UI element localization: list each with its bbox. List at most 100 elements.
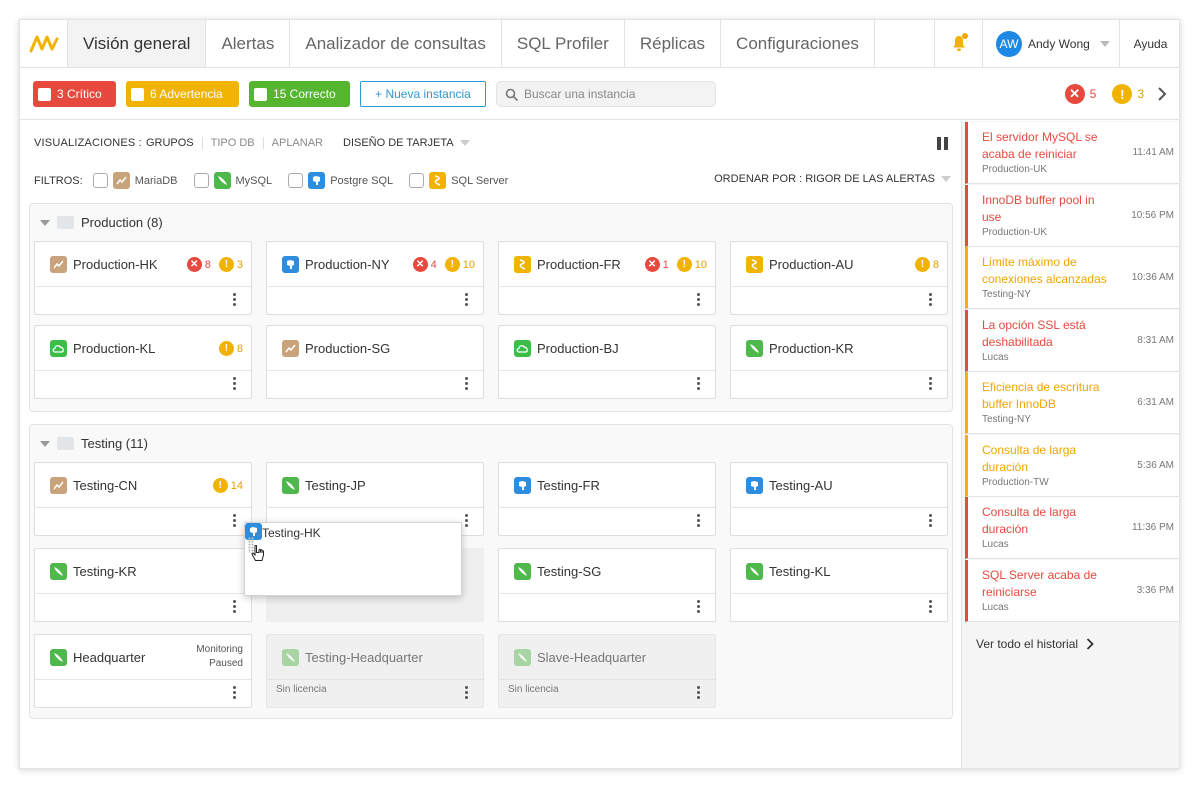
- more-options-icon[interactable]: [233, 686, 236, 699]
- more-options-icon[interactable]: [929, 293, 932, 306]
- chevron-down-icon: [459, 140, 470, 146]
- warning-count: 10: [694, 258, 707, 271]
- instance-card[interactable]: Testing-Headquarter Sin licencia: [266, 634, 484, 708]
- group-header[interactable]: Testing (11): [40, 436, 148, 451]
- checkbox[interactable]: [288, 173, 304, 188]
- alert-source: Production-UK: [982, 226, 1048, 238]
- user-menu[interactable]: AW Andy Wong: [982, 20, 1119, 67]
- more-options-icon[interactable]: [465, 377, 468, 390]
- checkbox[interactable]: [92, 173, 108, 188]
- more-options-icon[interactable]: [233, 600, 236, 613]
- tab-overview[interactable]: Visión general: [68, 20, 207, 67]
- more-options-icon[interactable]: [929, 377, 932, 390]
- dragging-instance-card[interactable]: Testing-HK: [244, 522, 462, 596]
- filter-sqlserver[interactable]: SQL Server: [409, 172, 508, 189]
- more-options-icon[interactable]: [233, 293, 236, 306]
- chevron-down-icon: [1099, 40, 1110, 47]
- alert-item[interactable]: Límite máximo de conexiones alcanzadas Te…: [965, 247, 1179, 309]
- warning-count: 8: [932, 258, 939, 271]
- instance-card[interactable]: Production-NY ✕ 4! 10: [266, 241, 484, 315]
- more-options-icon[interactable]: [697, 600, 700, 613]
- checkbox-icon: [38, 87, 51, 101]
- alert-item[interactable]: La opción SSL está deshabilitada Lucas 8:3…: [965, 309, 1179, 372]
- sort-dropdown[interactable]: ORDENAR POR : RIGOR DE LAS ALERTAS: [714, 173, 951, 185]
- instance-card[interactable]: Testing-AU: [730, 462, 948, 536]
- group-header[interactable]: Production (8): [40, 215, 163, 230]
- filter-warning-chip[interactable]: 6 Advertencia: [126, 81, 239, 107]
- more-options-icon[interactable]: [697, 514, 700, 527]
- more-options-icon[interactable]: [233, 514, 236, 527]
- more-options-icon[interactable]: [697, 686, 700, 699]
- filter-ok-chip[interactable]: 15 Correcto: [249, 81, 350, 107]
- instance-card[interactable]: Production-KR: [730, 325, 948, 399]
- more-options-icon[interactable]: [697, 377, 700, 390]
- view-groups[interactable]: GRUPOS: [142, 137, 202, 149]
- view-flatten[interactable]: APLANAR: [262, 137, 331, 149]
- checkbox[interactable]: [409, 173, 425, 188]
- help-link[interactable]: Ayuda: [1119, 20, 1179, 67]
- view-history-link[interactable]: Ver todo el historial: [976, 637, 1094, 651]
- alert-item[interactable]: InnoDB buffer pool in use Production-UK 10…: [965, 184, 1179, 247]
- card-design-dropdown[interactable]: DISEÑO DE TARJETA: [331, 137, 478, 149]
- card-header: Production-SG: [267, 326, 483, 371]
- more-options-icon[interactable]: [233, 377, 236, 390]
- more-options-icon[interactable]: [929, 600, 932, 613]
- folder-icon: [57, 216, 74, 229]
- filter-postgre[interactable]: Postgre SQL: [288, 172, 393, 189]
- instance-name: Testing-SG: [537, 563, 602, 579]
- alert-item[interactable]: Consulta de larga duración Lucas 11:36 PM: [965, 497, 1179, 559]
- alert-item[interactable]: SQL Server acaba de reiniciarse Lucas 3:36…: [965, 559, 1179, 622]
- tab-query-analyzer[interactable]: Analizador de consultas: [290, 20, 502, 67]
- alert-item[interactable]: El servidor MySQL se acaba de reiniciar P…: [965, 122, 1179, 184]
- license-status: Sin licencia: [276, 684, 327, 695]
- instance-card[interactable]: Production-AU! 8: [730, 241, 948, 315]
- app-logo[interactable]: [20, 20, 68, 67]
- cloud-icon: [514, 339, 531, 357]
- instance-card[interactable]: Production-KL! 8: [34, 325, 252, 399]
- notifications-button[interactable]: [934, 20, 982, 67]
- more-options-icon[interactable]: [929, 514, 932, 527]
- instance-card[interactable]: Headquarter Monitoring Paused: [34, 634, 252, 708]
- more-options-icon[interactable]: [697, 293, 700, 306]
- filter-mariadb[interactable]: MariaDB: [92, 172, 178, 189]
- new-instance-button[interactable]: + Nueva instancia: [360, 81, 486, 107]
- tab-settings[interactable]: Configuraciones: [721, 20, 875, 67]
- hand-cursor-icon: [251, 544, 265, 566]
- more-options-icon[interactable]: [465, 514, 468, 527]
- pause-button[interactable]: [937, 137, 949, 150]
- more-options-icon[interactable]: [465, 293, 468, 306]
- mariadb-icon: [282, 339, 299, 357]
- filter-critical-chip[interactable]: 3 Crítico: [33, 81, 116, 107]
- tab-sql-profiler[interactable]: SQL Profiler: [502, 20, 625, 67]
- collapse-triangle-icon: [40, 440, 50, 447]
- instance-card[interactable]: Testing-SG: [498, 548, 716, 622]
- tab-alerts[interactable]: Alertas: [206, 20, 291, 67]
- checkbox[interactable]: [193, 173, 209, 188]
- instance-card[interactable]: Production-BJ: [498, 325, 716, 399]
- instance-card[interactable]: Slave-Headquarter Sin licencia: [498, 634, 716, 708]
- alert-summary[interactable]: ✕ 5 ! 3: [1064, 81, 1167, 107]
- alert-item[interactable]: Consulta de larga duración Production-TW 5…: [965, 434, 1179, 497]
- more-options-icon[interactable]: [465, 686, 468, 699]
- instance-name: Production-FR: [537, 256, 621, 272]
- toolbar: 3 Crítico 6 Advertencia 15 Correcto + Nu…: [20, 68, 1179, 120]
- alerts-sidebar: El servidor MySQL se acaba de reiniciar P…: [961, 121, 1179, 768]
- warning-icon: !: [212, 478, 228, 493]
- instance-card[interactable]: Testing-KR: [34, 548, 252, 622]
- instance-card[interactable]: Production-SG: [266, 325, 484, 399]
- postgre-icon: [308, 172, 326, 189]
- instance-card[interactable]: Testing-CN! 14: [34, 462, 252, 536]
- alert-item[interactable]: Eficiencia de escritura buffer InnoDB Tes…: [965, 372, 1179, 434]
- instance-card[interactable]: Testing-FR: [498, 462, 716, 536]
- filter-mysql[interactable]: MySQL: [193, 172, 272, 189]
- search-input[interactable]: [524, 87, 704, 101]
- instance-card[interactable]: Production-FR ✕ 1! 10: [498, 241, 716, 315]
- instance-card[interactable]: Testing-KL: [730, 548, 948, 622]
- alert-title: Consulta de larga duración: [982, 442, 1077, 474]
- instance-name: Testing-HK: [262, 526, 321, 540]
- warning-count: 8: [236, 342, 243, 355]
- view-dbtype[interactable]: TIPO DB: [201, 137, 263, 149]
- tab-replicas[interactable]: Réplicas: [625, 20, 722, 67]
- instance-card[interactable]: Production-HK ✕ 8! 3: [34, 241, 252, 315]
- instance-name: Production-AU: [769, 256, 854, 272]
